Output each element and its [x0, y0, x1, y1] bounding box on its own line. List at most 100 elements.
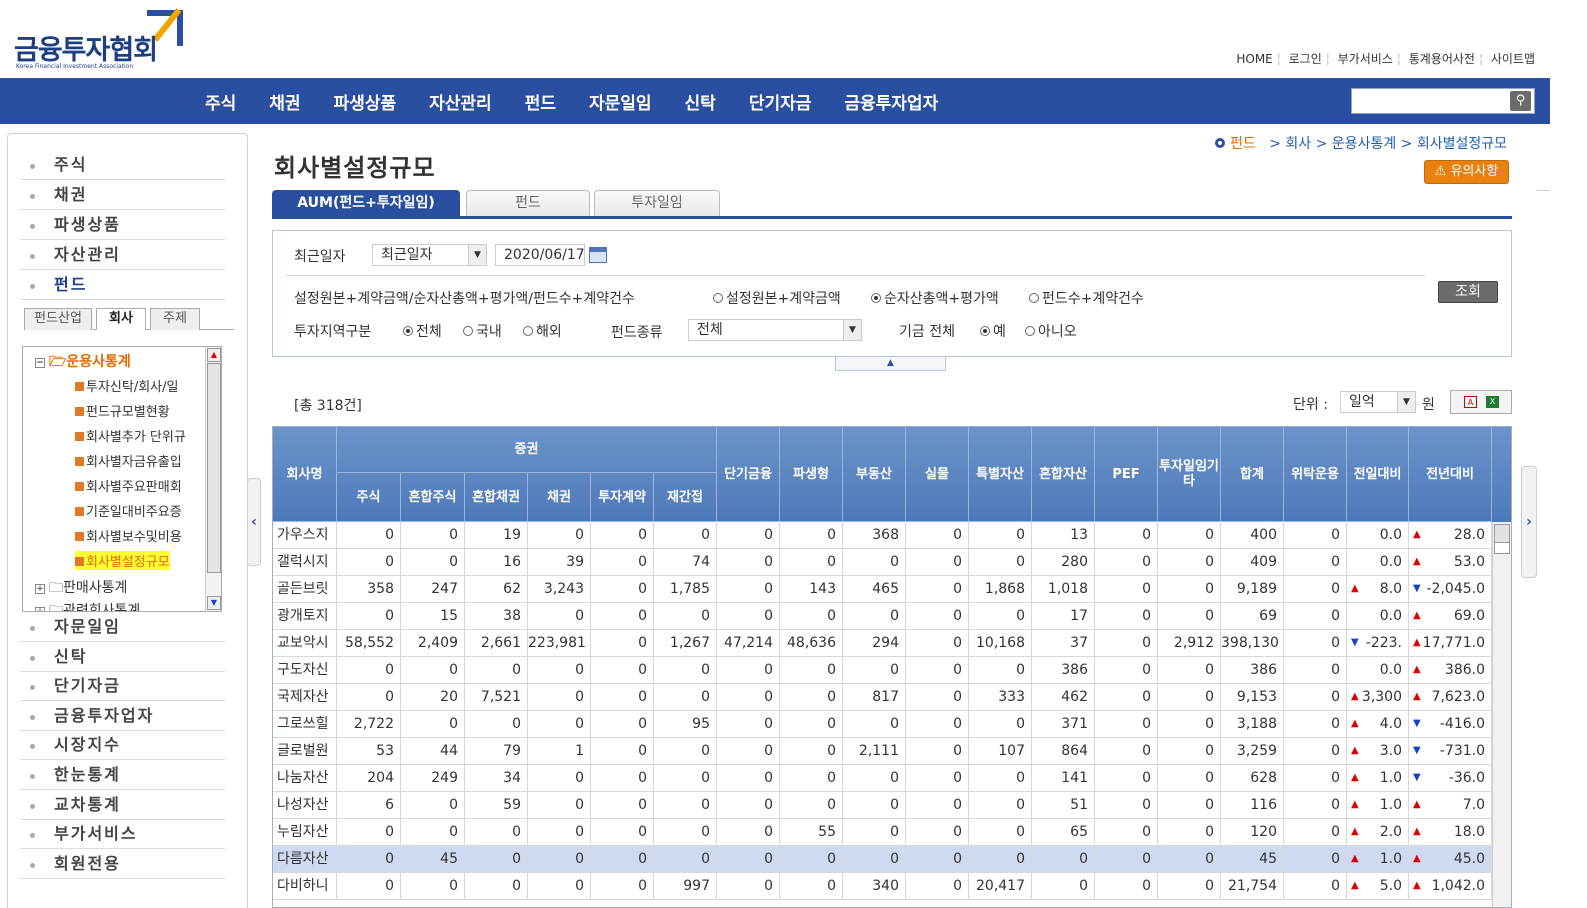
tree-scrollbar[interactable]: ▲ ▼ — [205, 347, 221, 611]
table-row[interactable]: 다름자산 0 45 0 0 0 0 0 0 0 0 0 0 0 0 45 0 ▲ 1.0 ▲ 45.0 — [273, 846, 1493, 873]
top-link-login[interactable]: 로그인 — [1289, 52, 1322, 66]
table-row[interactable]: 나눔자산 204 249 34 0 0 0 0 0 0 0 0 141 0 0 628 0 ▲ 1.0 ▼ -36.0 — [273, 765, 1493, 792]
table-row[interactable]: 갤럭시지 0 0 16 39 0 74 0 0 0 0 0 280 0 0 409 0 0.0 ▲ 53.0 — [273, 549, 1493, 576]
tab-aum[interactable]: AUM(펀드+투자일임) — [272, 190, 460, 216]
collapse-left-icon[interactable]: ‹ — [247, 478, 261, 566]
search-icon[interactable]: ⚲ — [1510, 91, 1531, 111]
table-row[interactable]: 누림자산 0 0 0 0 0 0 0 55 0 0 0 65 0 0 120 0 ▲ 2.0 ▲ 18.0 — [273, 819, 1493, 846]
sidebar-item-overview[interactable]: 한눈통계 — [20, 762, 225, 790]
tree-item-selected[interactable]: 회사별설정규모 — [75, 551, 170, 570]
radio-fund-all-yes[interactable]: 예 — [980, 321, 1006, 341]
arrow-up-icon: ▲ — [1413, 610, 1421, 621]
calendar-icon[interactable] — [589, 247, 607, 263]
tree-item[interactable]: 회사별자금유출입 — [75, 451, 182, 470]
gnb-item-firms[interactable]: 금융투자업자 — [844, 89, 938, 114]
collapse-right-icon[interactable]: › — [1521, 466, 1537, 578]
table-row[interactable]: 가우스지 0 0 19 0 0 0 0 0 368 0 0 13 0 0 400 0 0.0 ▲ 28.0 — [273, 522, 1493, 549]
gnb-item-short-term[interactable]: 단기자금 — [749, 89, 812, 114]
table-row[interactable]: 교보악시 58,552 2,409 2,661 223,981 0 1,267 47,214 4… — [273, 630, 1493, 657]
pdf-icon[interactable]: A — [1464, 396, 1477, 408]
sidebar-item-derivatives[interactable]: 파생상품 — [20, 212, 225, 240]
gnb-item-bond[interactable]: 채권 — [269, 89, 300, 114]
table-cell: 0 — [337, 819, 401, 845]
sidebar-item-asset-mgmt[interactable]: 자산관리 — [20, 242, 225, 270]
gnb-item-trust[interactable]: 신탁 — [685, 89, 716, 114]
tree-node-sales[interactable]: + 🗀판매사통계 — [35, 577, 127, 601]
sidebar-item-stock[interactable]: 주식 — [20, 152, 225, 180]
radio-region-domestic[interactable]: 국내 — [463, 321, 502, 341]
radio-metric-original[interactable]: 설정원본+계약금액 — [713, 288, 841, 308]
gnb-item-advisory[interactable]: 자문일임 — [589, 89, 652, 114]
gnb-item-asset-mgmt[interactable]: 자산관리 — [429, 89, 492, 114]
table-row[interactable]: 광개토지 0 15 38 0 0 0 0 0 0 0 0 17 0 0 69 0 0.0 ▲ 69.0 — [273, 603, 1493, 630]
top-link-home[interactable]: HOME — [1236, 52, 1272, 66]
breadcrumb-path[interactable]: > 회사 > 운용사통계 > 회사별설정규모 — [1269, 136, 1507, 152]
table-row[interactable]: 구도자신 0 0 0 0 0 0 0 0 0 0 0 386 0 0 386 0 0.0 ▲ 386.0 — [273, 657, 1493, 684]
cell-value: 0 — [449, 797, 458, 813]
sidebar-item-advisory[interactable]: 자문일임 — [20, 614, 225, 642]
radio-region-all[interactable]: 전체 — [403, 321, 442, 341]
tree-item[interactable]: 기준일대비주요증 — [75, 501, 182, 520]
sidebar-item-short-term[interactable]: 단기자금 — [20, 673, 225, 701]
radio-metric-net-assets[interactable]: 순자산총액+평가액 — [871, 288, 999, 308]
sidebar-tab-company[interactable]: 회사 — [96, 308, 146, 330]
sidebar-item-firms[interactable]: 금융투자업자 — [20, 703, 225, 731]
table-row[interactable]: 나성자산 6 0 59 0 0 0 0 0 0 0 0 51 0 0 116 0 ▲ 1.0 ▲ 7.0 — [273, 792, 1493, 819]
gnb-item-stock[interactable]: 주식 — [205, 89, 236, 114]
top-link-sitemap[interactable]: 사이트맵 — [1491, 52, 1535, 66]
radio-fund-all-no[interactable]: 아니오 — [1025, 321, 1077, 341]
scroll-up-icon[interactable]: ▲ — [207, 348, 221, 362]
sidebar-item-members[interactable]: 회원전용 — [20, 851, 225, 879]
excel-icon[interactable]: X — [1486, 396, 1499, 408]
query-button[interactable]: 조회 — [1438, 281, 1498, 303]
top-link-extra[interactable]: 부가서비스 — [1338, 52, 1393, 66]
unit-select[interactable]: 일억 ▼ — [1340, 391, 1416, 413]
radio-metric-count[interactable]: 펀드수+계약건수 — [1029, 288, 1144, 308]
sidebar-tab-topic[interactable]: 주제 — [150, 308, 200, 330]
collapse-filter-icon[interactable]: ▲ — [835, 357, 946, 371]
table-cell: 0 — [1095, 846, 1158, 872]
date-field[interactable]: 2020/06/17 — [495, 244, 585, 266]
search-input[interactable] — [1351, 88, 1535, 114]
sidebar-item-extra[interactable]: 부가서비스 — [20, 821, 225, 849]
table-scrollbar[interactable] — [1492, 522, 1511, 907]
table-row[interactable]: 다비하니 0 0 0 0 0 997 0 0 340 0 20,417 0 0 0 21,754 0 ▲ 5.0 ▲ 1… — [273, 873, 1493, 900]
scroll-thumb[interactable] — [1494, 524, 1510, 544]
table-cell: 1 — [528, 738, 591, 764]
tree-node-related[interactable]: + 🗀관련회사통계 — [35, 600, 140, 611]
sidebar-item-market-index[interactable]: 시장지수 — [20, 732, 225, 760]
sidebar-item-trust[interactable]: 신탁 — [20, 644, 225, 672]
fund-type-select[interactable]: 전체 ▼ — [688, 319, 862, 341]
sidebar-item-fund[interactable]: 펀드 — [20, 272, 225, 300]
tree-item[interactable]: 회사별보수및비용 — [75, 526, 182, 545]
scroll-down-icon[interactable]: ▼ — [207, 596, 221, 610]
sidebar-item-cross[interactable]: 교차통계 — [20, 792, 225, 820]
scroll-thumb[interactable] — [207, 363, 221, 573]
tab-fund[interactable]: 펀드 — [466, 190, 590, 216]
sidebar-item-bond[interactable]: 채권 — [20, 182, 225, 210]
cell-value: 2.0 — [1379, 824, 1402, 840]
cell-value: 0 — [1205, 554, 1214, 570]
tree-item[interactable]: 회사별주요판매회 — [75, 476, 182, 495]
col-header: 투자일임기타 — [1158, 427, 1221, 522]
top-link-glossary[interactable]: 통계용어사전 — [1409, 52, 1475, 66]
breadcrumb-home[interactable]: 펀드 — [1230, 136, 1256, 152]
table-row[interactable]: 국제자산 0 20 7,521 0 0 0 0 0 817 0 333 462 0 0 9,153 0 ▲ 3,30… — [273, 684, 1493, 711]
notice-button[interactable]: ⚠ 유의사항 — [1424, 160, 1509, 184]
table-row[interactable]: 글로벌원 53 44 79 1 0 0 0 0 2,111 0 107 864 0 0 3,259 0 ▲ 3.0 ▼… — [273, 738, 1493, 765]
tree-root[interactable]: − 🗁운용사통계 — [35, 351, 131, 375]
gnb-item-derivatives[interactable]: 파생상품 — [334, 89, 397, 114]
kofia-logo[interactable]: 금융투자협회 Korea Financial Investment Associ… — [12, 4, 192, 72]
tree-item[interactable]: 투자신탁/회사/일 — [75, 376, 178, 395]
tab-discretionary[interactable]: 투자일임 — [594, 190, 720, 216]
gnb-item-fund[interactable]: 펀드 — [525, 89, 556, 114]
radio-region-overseas[interactable]: 해외 — [523, 321, 562, 341]
tree-item[interactable]: 펀드규모별현황 — [75, 401, 170, 420]
sidebar-tab-industry[interactable]: 펀드산업 — [24, 308, 92, 330]
tree-item[interactable]: 회사별추가 단위규 — [75, 426, 186, 445]
table-row[interactable]: 골든브릿 358 247 62 3,243 0 1,785 0 143 465 0 1,868 1,01… — [273, 576, 1493, 603]
table-row[interactable]: 그로쓰힐 2,722 0 0 0 0 95 0 0 0 0 0 371 0 0 3,188 0 ▲ 4.0 ▼ -416… — [273, 711, 1493, 738]
date-select[interactable]: 최근일자 ▼ — [372, 244, 487, 266]
col-header: 주식 — [337, 473, 401, 522]
col-header: PEF — [1095, 427, 1158, 522]
